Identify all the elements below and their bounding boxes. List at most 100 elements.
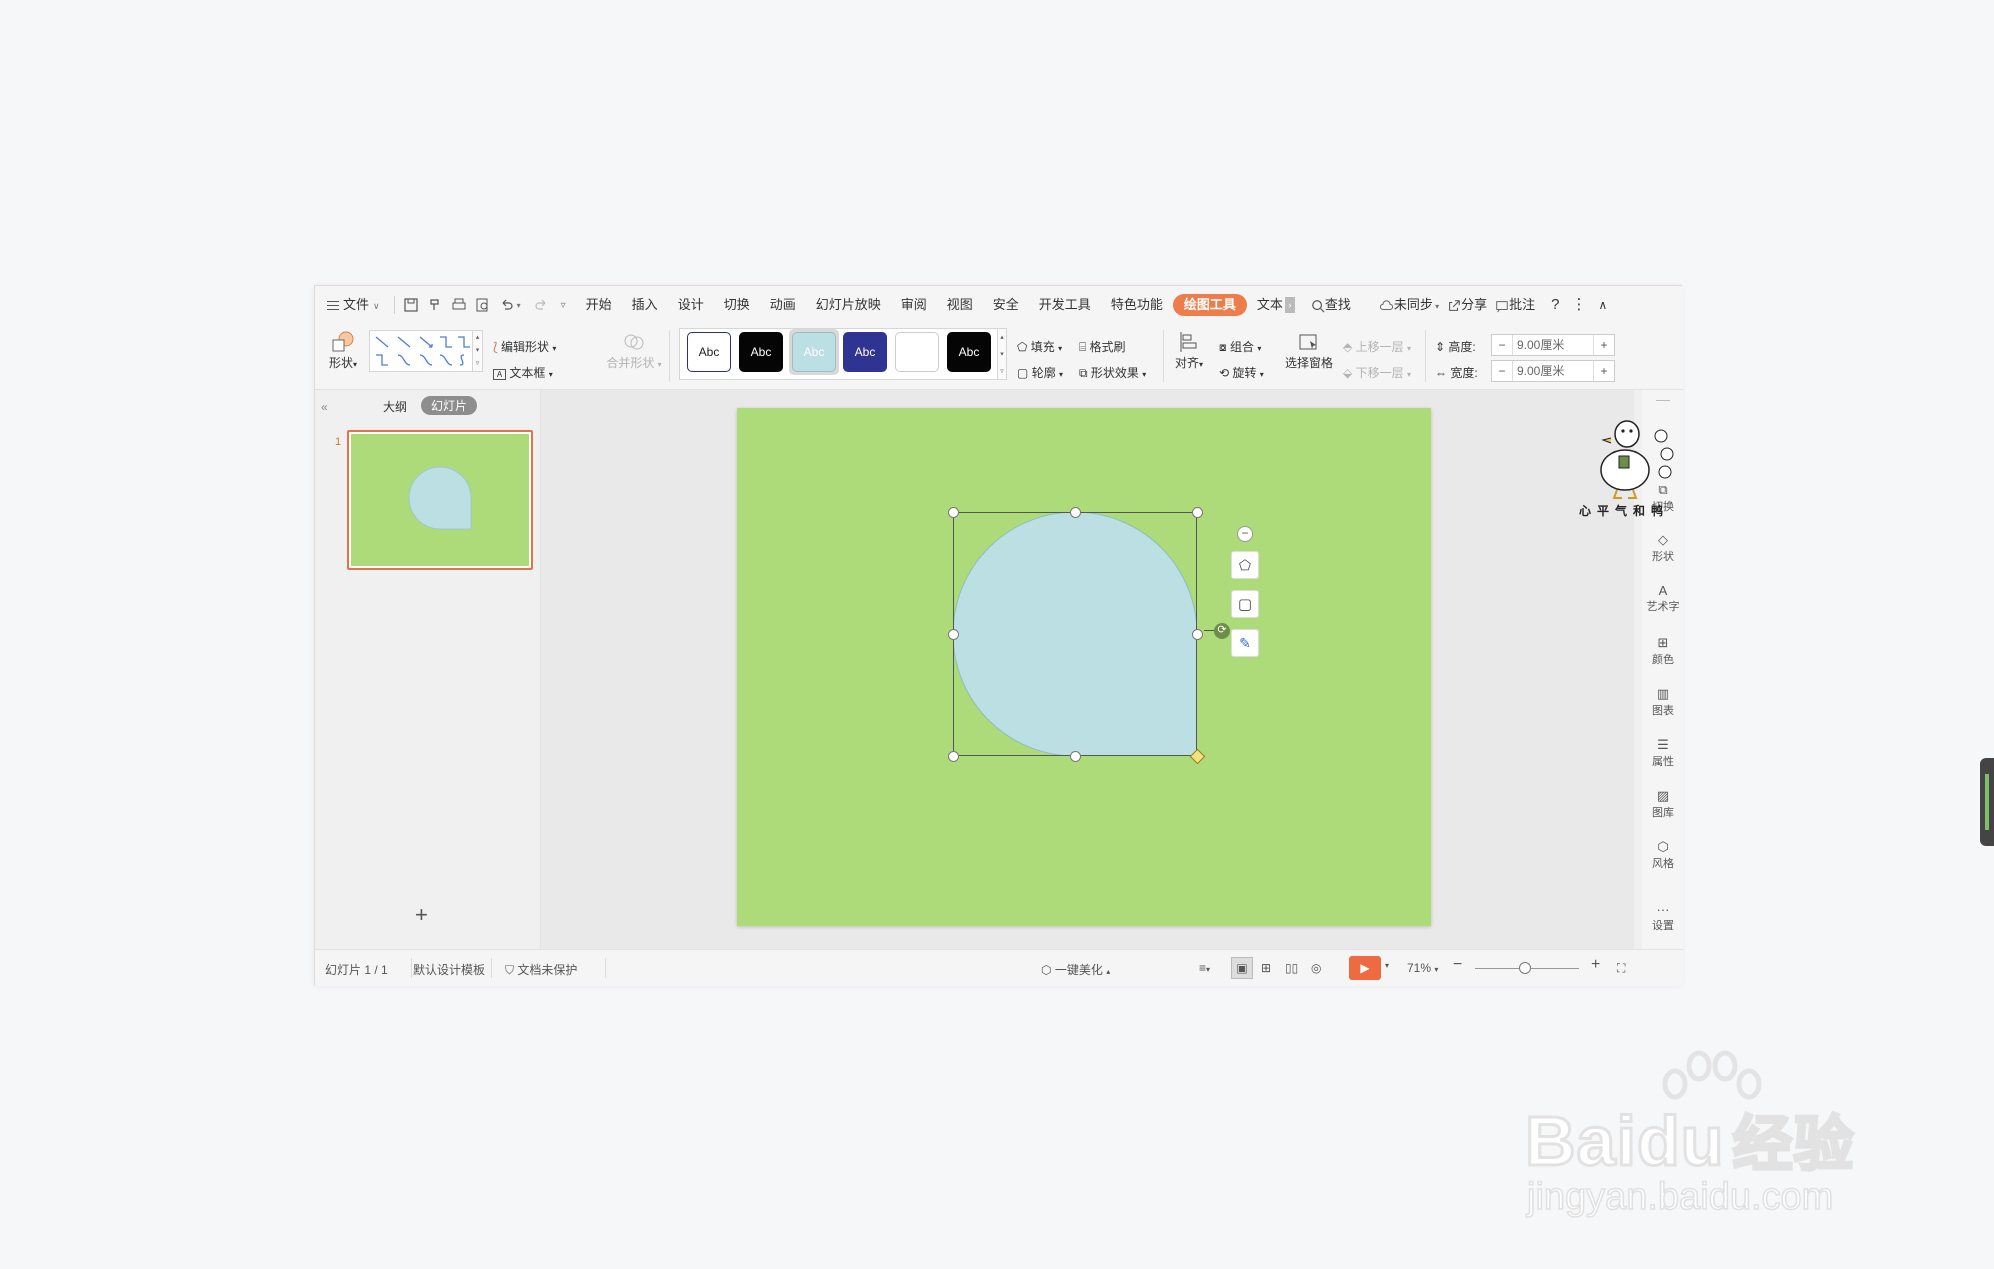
- comment-button[interactable]: 批注: [1491, 286, 1539, 324]
- shape-button[interactable]: 形状▾: [325, 330, 361, 371]
- move-up-button[interactable]: ⬘ 上移一层 ▾: [1343, 338, 1411, 355]
- width-increment-button[interactable]: +: [1594, 364, 1614, 378]
- outline-button[interactable]: ▢ 轮廓 ▾: [1017, 364, 1063, 381]
- resize-handle-top-left[interactable]: [948, 507, 959, 518]
- fill-button[interactable]: ⬠ 填充 ▾: [1017, 338, 1062, 355]
- redo-icon[interactable]: [533, 297, 549, 313]
- tab-features[interactable]: 特色功能: [1101, 286, 1173, 324]
- height-value[interactable]: 9.00厘米: [1512, 335, 1594, 355]
- collapse-float-toolbar-icon[interactable]: −: [1237, 526, 1253, 542]
- print-preview-icon[interactable]: [475, 297, 491, 313]
- undo-icon[interactable]: [499, 297, 515, 313]
- zoom-out-button[interactable]: −: [1453, 956, 1462, 974]
- tab-review[interactable]: 审阅: [891, 286, 937, 324]
- resize-handle-bottom-left[interactable]: [948, 751, 959, 762]
- format-brush-button[interactable]: ⌸ 格式刷: [1079, 338, 1126, 355]
- search-button[interactable]: 查找: [1301, 286, 1361, 324]
- collapse-ribbon-icon[interactable]: ∧: [1593, 286, 1614, 324]
- play-options-icon[interactable]: ▾: [1385, 961, 1389, 970]
- presenter-view-button[interactable]: ◎: [1311, 961, 1321, 975]
- document-protection[interactable]: ⛉ 文档未保护: [505, 961, 577, 978]
- format-painter-icon[interactable]: [427, 297, 443, 313]
- zoom-in-button[interactable]: +: [1591, 956, 1600, 974]
- pane-item-properties[interactable]: ☰ 属性: [1642, 737, 1684, 769]
- customize-quick-access-icon[interactable]: ▿: [561, 300, 566, 311]
- slide-sorter-button[interactable]: ⊞: [1261, 961, 1271, 975]
- tab-transition[interactable]: 切换: [714, 286, 760, 324]
- pane-item-color[interactable]: ⊞ 颜色: [1642, 635, 1684, 667]
- text-box-button[interactable]: A 文本框 ▾: [493, 364, 553, 381]
- width-value[interactable]: 9.00厘米: [1512, 361, 1594, 381]
- zoom-slider-thumb[interactable]: [1519, 962, 1531, 974]
- tab-animation[interactable]: 动画: [760, 286, 806, 324]
- width-decrement-button[interactable]: −: [1492, 364, 1512, 378]
- shape-style-2[interactable]: Abc: [739, 332, 783, 372]
- edit-shape-button[interactable]: ⟅ 编辑形状 ▾: [493, 338, 556, 355]
- collapse-panel-icon[interactable]: «: [321, 400, 328, 414]
- pane-item-wordart[interactable]: A 艺术字: [1642, 583, 1684, 614]
- rotate-handle-icon[interactable]: ⟳: [1214, 623, 1230, 639]
- height-field[interactable]: −9.00厘米 +: [1491, 334, 1615, 356]
- tab-slides[interactable]: 幻灯片: [421, 396, 478, 415]
- pane-item-gallery[interactable]: ▨ 图库: [1642, 788, 1684, 820]
- tab-insert[interactable]: 插入: [622, 286, 668, 324]
- group-button[interactable]: ⧇ 组合 ▾: [1219, 338, 1261, 355]
- pane-item-chart[interactable]: ▥ 图表: [1642, 686, 1684, 718]
- tab-security[interactable]: 安全: [983, 286, 1029, 324]
- resize-handle-top[interactable]: [1070, 507, 1081, 518]
- tab-scroll-right-icon[interactable]: ›: [1284, 297, 1295, 313]
- shape-style-5[interactable]: [895, 332, 939, 372]
- merge-shape-button[interactable]: 合并形状 ▾: [603, 330, 665, 371]
- side-widget[interactable]: [1980, 758, 1994, 846]
- tab-drawing-tools[interactable]: 绘图工具: [1172, 294, 1247, 316]
- line-shape-gallery[interactable]: [369, 330, 473, 372]
- shape-effect-button[interactable]: ⧉ 形状效果 ▾: [1079, 364, 1146, 381]
- tab-slideshow[interactable]: 幻灯片放映: [806, 286, 891, 324]
- pane-item-style[interactable]: ⬡ 风格: [1642, 839, 1684, 871]
- tab-text[interactable]: 文本: [1247, 286, 1285, 324]
- tab-developer[interactable]: 开发工具: [1029, 286, 1101, 324]
- tab-start[interactable]: 开始: [576, 286, 622, 324]
- tab-outline[interactable]: 大纲: [383, 398, 407, 415]
- file-menu[interactable]: 文件 ∨: [315, 286, 390, 324]
- add-slide-button[interactable]: +: [415, 902, 428, 928]
- height-increment-button[interactable]: +: [1594, 338, 1614, 352]
- shape-style-3[interactable]: Abc: [792, 332, 836, 372]
- notes-button[interactable]: ≡▾: [1199, 961, 1210, 975]
- gallery-scroll[interactable]: ▴ ▾ ▿: [473, 330, 483, 372]
- move-down-button[interactable]: ⬙ 下移一层 ▾: [1343, 364, 1411, 381]
- shape-style-4[interactable]: Abc: [843, 332, 887, 372]
- resize-handle-bottom[interactable]: [1070, 751, 1081, 762]
- more-options-icon[interactable]: ⋮: [1566, 286, 1593, 324]
- undo-dropdown-icon[interactable]: ▾: [517, 301, 521, 310]
- float-outline-button[interactable]: ▢: [1231, 590, 1259, 618]
- float-fill-button[interactable]: ⬠: [1231, 551, 1259, 579]
- sync-button[interactable]: 未同步 ▾: [1375, 286, 1443, 324]
- style-gallery-scroll[interactable]: ▴ ▾ ▿: [997, 328, 1007, 380]
- shape-style-6[interactable]: Abc: [947, 332, 991, 372]
- selection-pane-button[interactable]: 选择窗格: [1283, 330, 1335, 371]
- help-icon[interactable]: ?: [1545, 286, 1565, 324]
- zoom-level[interactable]: 71% ▾: [1407, 961, 1438, 975]
- resize-handle-right[interactable]: [1192, 629, 1203, 640]
- shape-style-1[interactable]: Abc: [687, 332, 731, 372]
- play-slideshow-button[interactable]: ▶: [1349, 956, 1381, 980]
- beautify-button[interactable]: ⬡ 一键美化 ▴: [1041, 961, 1110, 978]
- normal-view-button[interactable]: ▣: [1231, 957, 1253, 979]
- pane-item-shape[interactable]: ◇ 形状: [1642, 532, 1684, 564]
- rotate-button[interactable]: ⟲ 旋转 ▾: [1219, 364, 1264, 381]
- align-button[interactable]: 对齐▾: [1171, 330, 1207, 371]
- tab-design[interactable]: 设计: [668, 286, 714, 324]
- tab-view[interactable]: 视图: [937, 286, 983, 324]
- resize-handle-left[interactable]: [948, 629, 959, 640]
- save-icon[interactable]: [403, 297, 419, 313]
- width-field[interactable]: −9.00厘米 +: [1491, 360, 1615, 382]
- slide-thumbnail[interactable]: [347, 430, 533, 570]
- share-button[interactable]: 分享: [1443, 286, 1491, 324]
- fit-window-button[interactable]: ⛶: [1617, 961, 1625, 976]
- rounded-teardrop-shape[interactable]: [953, 512, 1197, 756]
- height-decrement-button[interactable]: −: [1492, 338, 1512, 352]
- reading-view-button[interactable]: ▯▯: [1285, 961, 1298, 975]
- resize-handle-top-right[interactable]: [1192, 507, 1203, 518]
- float-pen-button[interactable]: ✎: [1231, 629, 1259, 657]
